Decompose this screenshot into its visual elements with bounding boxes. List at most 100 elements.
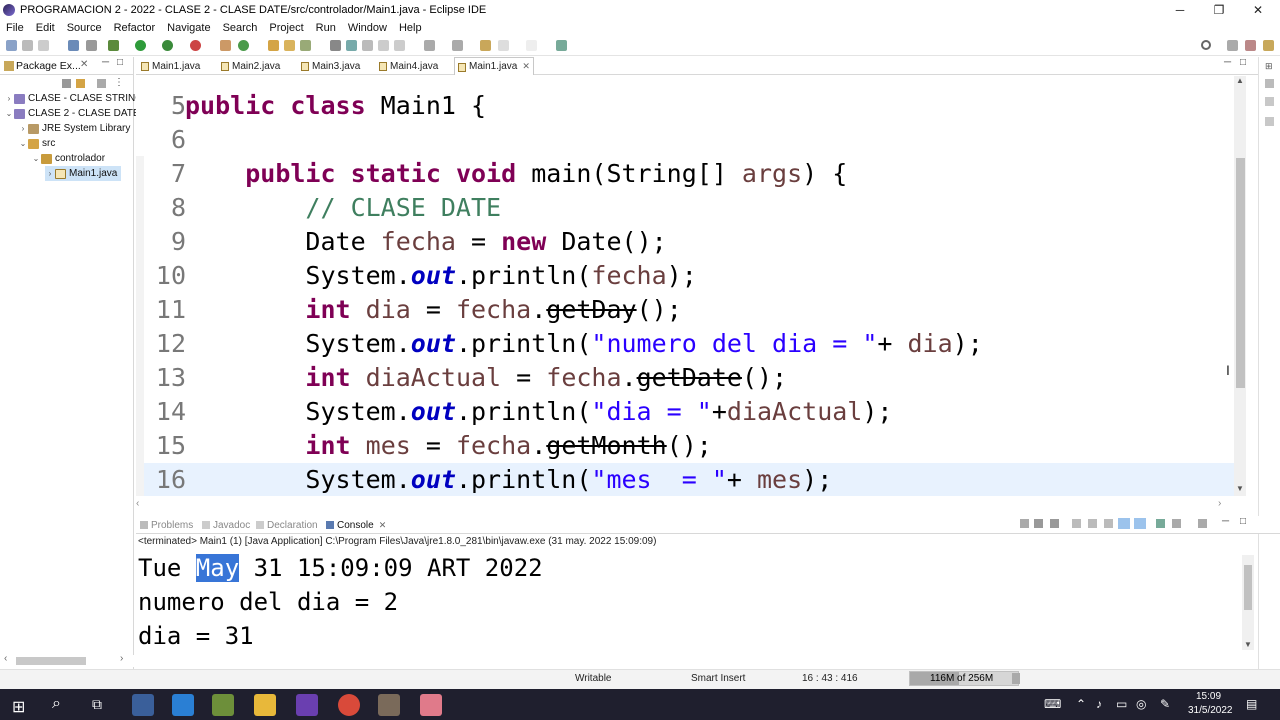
expander-icon[interactable]: ⌄	[4, 109, 14, 118]
file-explorer-taskbar-icon[interactable]	[254, 694, 276, 716]
pin-console-icon[interactable]	[1156, 519, 1165, 528]
next-annotation-icon[interactable]	[424, 40, 435, 51]
scroll-right-icon[interactable]: ›	[120, 653, 123, 664]
coverage-icon[interactable]	[162, 40, 173, 51]
open-type-icon[interactable]	[268, 40, 279, 51]
editor-tab[interactable]: Main1.java	[138, 57, 218, 75]
annotation-icon[interactable]	[330, 40, 341, 51]
console-scroll-thumb[interactable]	[1244, 565, 1252, 610]
filter-icon[interactable]	[97, 79, 106, 88]
link-editor-icon[interactable]	[76, 79, 85, 88]
menu-navigate[interactable]: Navigate	[161, 22, 216, 34]
network-icon[interactable]: ◎	[1136, 697, 1146, 711]
menu-source[interactable]: Source	[61, 22, 108, 34]
visual-studio-taskbar-icon[interactable]	[296, 694, 318, 716]
menu-project[interactable]: Project	[263, 22, 309, 34]
skip-breakpoints-icon[interactable]	[86, 40, 97, 51]
vscode-taskbar-icon[interactable]	[132, 694, 154, 716]
code-text[interactable]: // CLASE DATE	[185, 191, 501, 225]
code-line[interactable]: 13 int diaActual = fecha.getDate();	[136, 361, 1236, 395]
close-view-icon[interactable]: ✕	[80, 59, 88, 70]
tree-item-controlador[interactable]: ⌄ controlador	[31, 151, 105, 166]
code-text[interactable]: int mes = fecha.getMonth();	[185, 429, 711, 463]
code-line[interactable]: 12 System.out.println("numero del dia = …	[136, 327, 1236, 361]
scroll-lock-icon[interactable]	[1088, 519, 1097, 528]
keyboard-icon[interactable]: ⌨	[1044, 697, 1061, 711]
package-explorer-tab[interactable]: Package Ex... ✕ ─ □	[0, 57, 134, 75]
editor-tab-active[interactable]: Main1.java ✕	[454, 57, 534, 75]
tab-javadoc[interactable]: Javadoc	[202, 518, 250, 532]
word-wrap-icon[interactable]	[1104, 519, 1113, 528]
tree-item-clase-date[interactable]: ⌄ CLASE 2 - CLASE DATE	[4, 106, 140, 121]
minimize-editor-icon[interactable]: ─	[1224, 57, 1231, 68]
tree-item-main1[interactable]: › Main1.java	[45, 166, 122, 181]
code-text[interactable]: System.out.println("numero del dia = "+ …	[185, 327, 982, 361]
code-line[interactable]: 6	[136, 123, 1236, 157]
tab-console[interactable]: Console ✕	[326, 518, 386, 532]
tab-declaration[interactable]: Declaration	[256, 518, 318, 532]
code-text[interactable]: System.out.println("mes = "+ mes);	[185, 463, 832, 496]
last-edit-icon[interactable]	[480, 40, 491, 51]
h-scroll-left-icon[interactable]: ‹	[136, 498, 139, 509]
tree-item-jre[interactable]: › JRE System Library	[18, 121, 131, 136]
code-line[interactable]: 10 System.out.println(fecha);	[136, 259, 1236, 293]
java-ee-perspective-icon[interactable]	[1245, 40, 1256, 51]
code-text[interactable]: public static void main(String[] args) {	[185, 157, 847, 191]
expander-icon[interactable]: ⌄	[31, 154, 41, 163]
code-text[interactable]: public class Main1 {	[185, 89, 486, 123]
code-line[interactable]: 9 Date fecha = new Date();	[136, 225, 1236, 259]
volume-icon[interactable]: ♪	[1096, 697, 1102, 711]
taskbar-time[interactable]: 15:09	[1196, 691, 1221, 702]
paint-taskbar-icon[interactable]	[420, 694, 442, 716]
new-java-project-icon[interactable]	[220, 40, 231, 51]
code-line[interactable]: 14 System.out.println("dia = "+diaActual…	[136, 395, 1236, 429]
expander-icon[interactable]: ⌄	[18, 139, 28, 148]
clear-console-icon[interactable]	[1072, 519, 1081, 528]
open-task-icon[interactable]	[284, 40, 295, 51]
terminal-icon[interactable]	[68, 40, 79, 51]
new-class-icon[interactable]	[238, 40, 249, 51]
back-icon[interactable]	[498, 40, 509, 51]
remove-launch-icon[interactable]	[1034, 519, 1043, 528]
code-line[interactable]: 5 public class Main1 {	[136, 89, 1236, 123]
tree-item-clase-string[interactable]: › CLASE - CLASE STRING	[4, 91, 143, 106]
maximize-panel-icon[interactable]: □	[1240, 516, 1246, 527]
notifications-icon[interactable]: ▤	[1246, 697, 1257, 711]
restore-icon[interactable]: ⊞	[1265, 61, 1273, 72]
editor-tab[interactable]: Main4.java	[376, 57, 454, 75]
collapse-all-icon[interactable]	[62, 79, 71, 88]
save-icon[interactable]	[22, 40, 33, 51]
pin-editor-icon[interactable]	[556, 40, 567, 51]
menu-file[interactable]: File	[0, 22, 30, 34]
maximize-button[interactable]: ❐	[1199, 0, 1239, 20]
forward-icon[interactable]	[526, 40, 537, 51]
taskbar-date[interactable]: 31/5/2022	[1188, 705, 1233, 716]
menu-refactor[interactable]: Refactor	[108, 22, 162, 34]
code-line[interactable]: 7 public static void main(String[] args)…	[136, 157, 1236, 191]
explorer-scroll-thumb[interactable]	[16, 657, 86, 665]
view-menu-icon[interactable]: ⋮	[114, 77, 124, 88]
console-selection[interactable]: May	[195, 554, 240, 582]
search-taskbar-icon[interactable]: ⌕	[52, 695, 61, 713]
trim-view-icon[interactable]	[1265, 117, 1274, 126]
editor-scroll-thumb[interactable]	[1236, 158, 1245, 388]
console-scroll-down-icon[interactable]: ▼	[1244, 640, 1252, 649]
java-perspective-icon[interactable]	[1263, 40, 1274, 51]
task-list-icon[interactable]	[1265, 97, 1274, 106]
recorder-taskbar-icon[interactable]	[378, 694, 400, 716]
scroll-up-icon[interactable]: ▲	[1236, 76, 1244, 85]
close-tab-icon[interactable]: ✕	[522, 61, 530, 72]
h-scroll-right-icon[interactable]: ›	[1218, 498, 1221, 509]
word-wrap-icon[interactable]	[378, 40, 389, 51]
show-on-stderr-icon[interactable]	[1134, 518, 1146, 529]
code-line[interactable]: 11 int dia = fecha.getDay();	[136, 293, 1236, 327]
remove-all-icon[interactable]	[1050, 519, 1059, 528]
expander-icon[interactable]: ›	[4, 94, 14, 103]
heap-status[interactable]: 116M of 256M	[909, 671, 1019, 686]
prev-annotation-icon[interactable]	[452, 40, 463, 51]
menu-search[interactable]: Search	[217, 22, 264, 34]
scroll-left-icon[interactable]: ‹	[4, 653, 7, 664]
minimize-panel-icon[interactable]: ─	[1222, 516, 1229, 527]
open-console-icon[interactable]	[1198, 519, 1207, 528]
code-text[interactable]: System.out.println(fecha);	[185, 259, 696, 293]
